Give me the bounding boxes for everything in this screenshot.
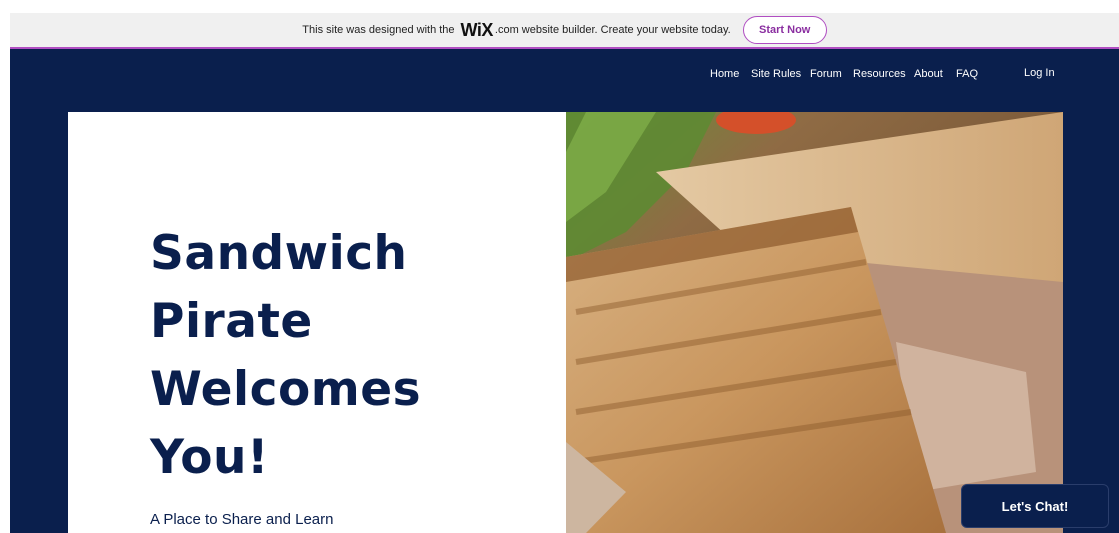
hero-text-panel: Sandwich Pirate Welcomes You! A Place to…	[68, 112, 566, 533]
nav-item-forum[interactable]: Forum	[810, 68, 842, 80]
hero-title-line: Pirate	[150, 294, 313, 349]
hero-sandwich-image	[566, 112, 1063, 533]
nav-item-faq[interactable]: FAQ	[956, 68, 978, 80]
hero-subtitle: A Place to Share and Learn	[150, 511, 334, 528]
hero-title-line: Sandwich	[150, 226, 408, 281]
site-body: Home Site Rules Forum Resources About FA…	[10, 49, 1119, 533]
banner-text-suffix: .com website builder. Create your websit…	[494, 24, 731, 36]
nav-item-home[interactable]: Home	[710, 68, 739, 80]
lets-chat-button[interactable]: Let's Chat!	[961, 484, 1109, 528]
main-nav: Home Site Rules Forum Resources About FA…	[10, 68, 1119, 84]
nav-item-about[interactable]: About	[914, 68, 943, 80]
hero-title: Sandwich Pirate Welcomes You!	[150, 220, 550, 492]
start-now-button[interactable]: Start Now	[742, 16, 827, 44]
nav-item-resources[interactable]: Resources	[853, 68, 906, 80]
wix-promo-banner: This site was designed with the WiX .com…	[10, 13, 1119, 49]
nav-item-site-rules[interactable]: Site Rules	[751, 68, 801, 80]
login-link[interactable]: Log In	[1024, 67, 1055, 79]
hero-title-line: Welcomes	[150, 362, 422, 417]
banner-text: This site was designed with the	[302, 24, 455, 36]
wix-logo: WiX	[460, 19, 494, 40]
hero-title-line: You!	[150, 430, 269, 485]
sandwich-illustration	[566, 112, 1063, 533]
